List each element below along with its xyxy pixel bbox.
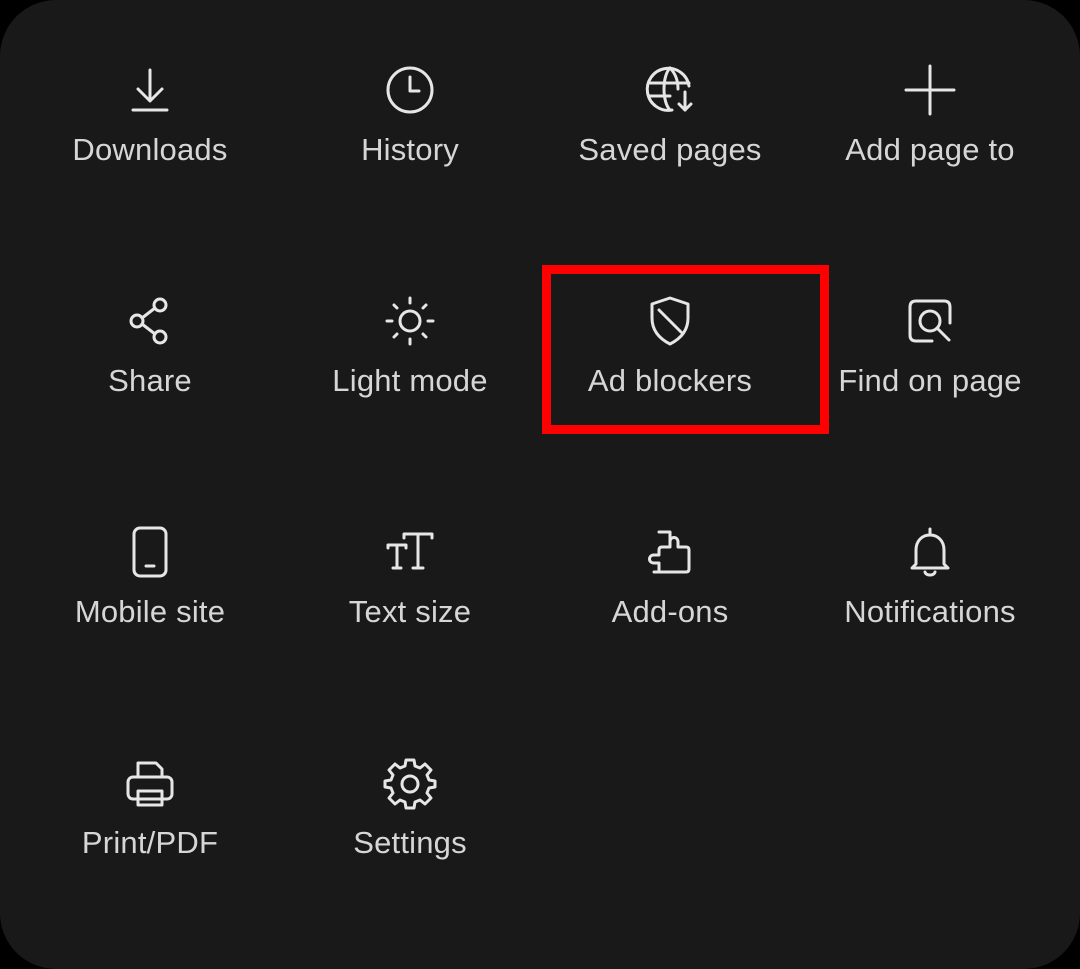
menu-item-text-size[interactable]: Text size [280,462,540,693]
share-icon [122,293,178,349]
menu-item-add-ons[interactable]: Add-ons [540,462,800,693]
globe-download-icon [642,62,698,118]
menu-item-label: Settings [353,825,467,860]
menu-item-mobile-site[interactable]: Mobile site [20,462,280,693]
menu-item-share[interactable]: Share [20,231,280,462]
phone-icon [122,524,178,580]
menu-item-find-on-page[interactable]: Find on page [800,231,1060,462]
puzzle-icon [642,524,698,580]
sun-icon [382,293,438,349]
menu-item-downloads[interactable]: Downloads [20,0,280,231]
text-size-icon [382,524,438,580]
menu-item-ad-blockers[interactable]: Ad blockers [540,231,800,462]
menu-item-light-mode[interactable]: Light mode [280,231,540,462]
menu-item-label: Print/PDF [81,825,219,860]
download-icon [122,62,178,118]
menu-item-label: Add page to [845,132,1015,167]
clock-icon [382,62,438,118]
menu-item-label: Notifications [844,594,1016,629]
menu-item-label: Find on page [838,363,1022,398]
menu-item-history[interactable]: History [280,0,540,231]
menu-item-label: Downloads [72,132,228,167]
menu-grid: Downloads History Saved pages Add page t… [20,0,1060,924]
menu-item-label: Ad blockers [587,363,753,398]
menu-item-label: Saved pages [578,132,762,167]
printer-icon [122,755,178,811]
menu-item-notifications[interactable]: Notifications [800,462,1060,693]
menu-item-add-page-to[interactable]: Add page to [800,0,1060,231]
bell-icon [902,524,958,580]
menu-item-print-pdf[interactable]: Print/PDF [20,693,280,924]
shield-icon [642,293,698,349]
menu-item-label: Mobile site [74,594,226,629]
menu-item-saved-pages[interactable]: Saved pages [540,0,800,231]
menu-item-label: Add-ons [611,594,729,629]
menu-item-label: Text size [348,594,472,629]
menu-item-label: History [361,132,459,167]
menu-item-label: Light mode [332,363,488,398]
plus-icon [902,62,958,118]
menu-item-label: Share [108,363,192,398]
browser-menu-panel: Downloads History Saved pages Add page t… [0,0,1080,969]
menu-item-settings[interactable]: Settings [280,693,540,924]
gear-icon [382,755,438,811]
search-page-icon [902,293,958,349]
